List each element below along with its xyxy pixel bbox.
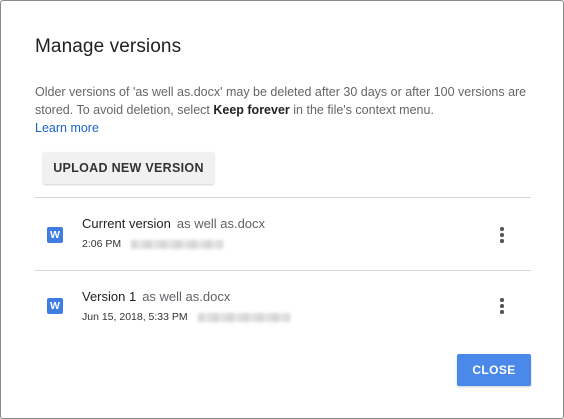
- divider: [35, 270, 531, 271]
- redacted-author-name: [131, 239, 224, 249]
- learn-more-link[interactable]: Learn more: [35, 121, 99, 135]
- version-meta: Jun 15, 2018, 5:33 PM: [82, 311, 290, 323]
- redacted-author-name: [197, 312, 290, 322]
- upload-new-version-button[interactable]: UPLOAD NEW VERSION: [43, 152, 214, 184]
- version-row-current: W Current version as well as.docx 2:06 PM: [35, 206, 531, 266]
- version-file-name: as well as.docx: [142, 289, 231, 304]
- description-text-end: in the file's context menu.: [289, 103, 434, 117]
- more-options-icon[interactable]: [491, 295, 513, 317]
- word-doc-icon: W: [47, 298, 63, 314]
- version-label: Version 1: [82, 289, 137, 304]
- version-label: Current version: [82, 216, 171, 231]
- version-title: Version 1 as well as.docx: [82, 289, 230, 304]
- word-doc-icon: W: [47, 227, 63, 243]
- close-button[interactable]: CLOSE: [457, 354, 531, 386]
- version-file-name: as well as.docx: [176, 216, 266, 231]
- keep-forever-text: Keep forever: [213, 103, 290, 117]
- dialog-title: Manage versions: [35, 36, 182, 57]
- more-options-icon[interactable]: [491, 224, 513, 246]
- version-timestamp: 2:06 PM: [82, 238, 122, 250]
- manage-versions-dialog: Manage versions Older versions of 'as we…: [0, 0, 564, 419]
- version-meta: 2:06 PM: [82, 238, 224, 250]
- dialog-description: Older versions of 'as well as.docx' may …: [35, 83, 535, 137]
- version-row-1: W Version 1 as well as.docx Jun 15, 2018,…: [35, 279, 531, 339]
- version-timestamp: Jun 15, 2018, 5:33 PM: [82, 311, 188, 323]
- version-title: Current version as well as.docx: [82, 216, 265, 231]
- divider: [35, 197, 531, 198]
